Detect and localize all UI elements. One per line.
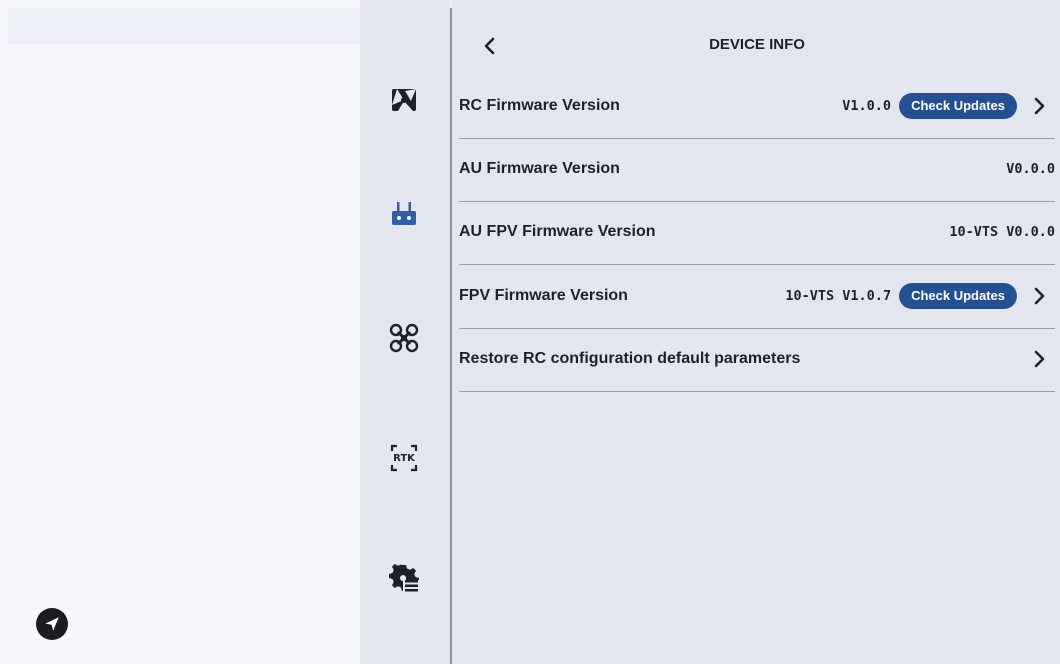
row-label: Restore RC configuration default paramet…	[459, 350, 801, 367]
left-panel	[0, 0, 360, 664]
row-restore-rc-defaults[interactable]: Restore RC configuration default paramet…	[459, 329, 1055, 392]
row-label: AU Firmware Version	[459, 160, 620, 177]
version-value: V1.0.0	[842, 98, 892, 114]
left-topbar	[8, 8, 360, 44]
row-label: FPV Firmware Version	[459, 287, 628, 304]
row-au-firmware: AU Firmware Version V0.0.0	[459, 139, 1055, 202]
send-button[interactable]	[36, 608, 68, 640]
version-value: 10-VTS V1.0.7	[785, 288, 892, 304]
rtk-label: RTK	[393, 452, 415, 464]
header: DEVICE INFO	[452, 24, 1060, 68]
page-title: DEVICE INFO	[709, 36, 805, 53]
drone-icon	[389, 323, 419, 353]
row-rc-firmware[interactable]: RC Firmware Version V1.0.0 Check Updates	[459, 76, 1055, 139]
settings-list-icon	[389, 564, 419, 592]
row-fpv-firmware[interactable]: FPV Firmware Version 10-VTS V1.0.7 Check…	[459, 266, 1055, 329]
aircraft-camera-icon	[392, 89, 416, 111]
chevron-right-icon	[1034, 97, 1045, 115]
chevron-right-icon	[1034, 350, 1045, 368]
rail-item-rtk[interactable]: RTK	[382, 436, 426, 480]
rail-item-remote-controller[interactable]	[382, 192, 426, 236]
chevron-right-icon	[1034, 287, 1045, 305]
row-chevron[interactable]	[1023, 92, 1055, 120]
back-button[interactable]	[474, 32, 506, 60]
version-value: 10-VTS V0.0.0	[949, 224, 1055, 240]
check-updates-button[interactable]: Check Updates	[899, 93, 1017, 119]
device-info-panel: DEVICE INFO RC Firmware Version V1.0.0 C…	[452, 0, 1060, 664]
check-updates-button[interactable]: Check Updates	[899, 283, 1017, 309]
row-chevron[interactable]	[1023, 282, 1055, 310]
rail-item-aircraft-camera[interactable]	[382, 78, 426, 122]
rail-item-settings[interactable]	[382, 556, 426, 600]
remote-controller-icon	[392, 202, 416, 225]
rail-item-drone[interactable]	[382, 316, 426, 360]
row-label: RC Firmware Version	[459, 97, 620, 114]
send-icon	[45, 617, 59, 631]
row-au-fpv-firmware: AU FPV Firmware Version 10-VTS V0.0.0	[459, 202, 1055, 265]
row-chevron[interactable]	[1023, 345, 1055, 373]
row-label: AU FPV Firmware Version	[459, 223, 656, 240]
version-value: V0.0.0	[1006, 161, 1055, 177]
chevron-left-icon	[484, 37, 495, 55]
